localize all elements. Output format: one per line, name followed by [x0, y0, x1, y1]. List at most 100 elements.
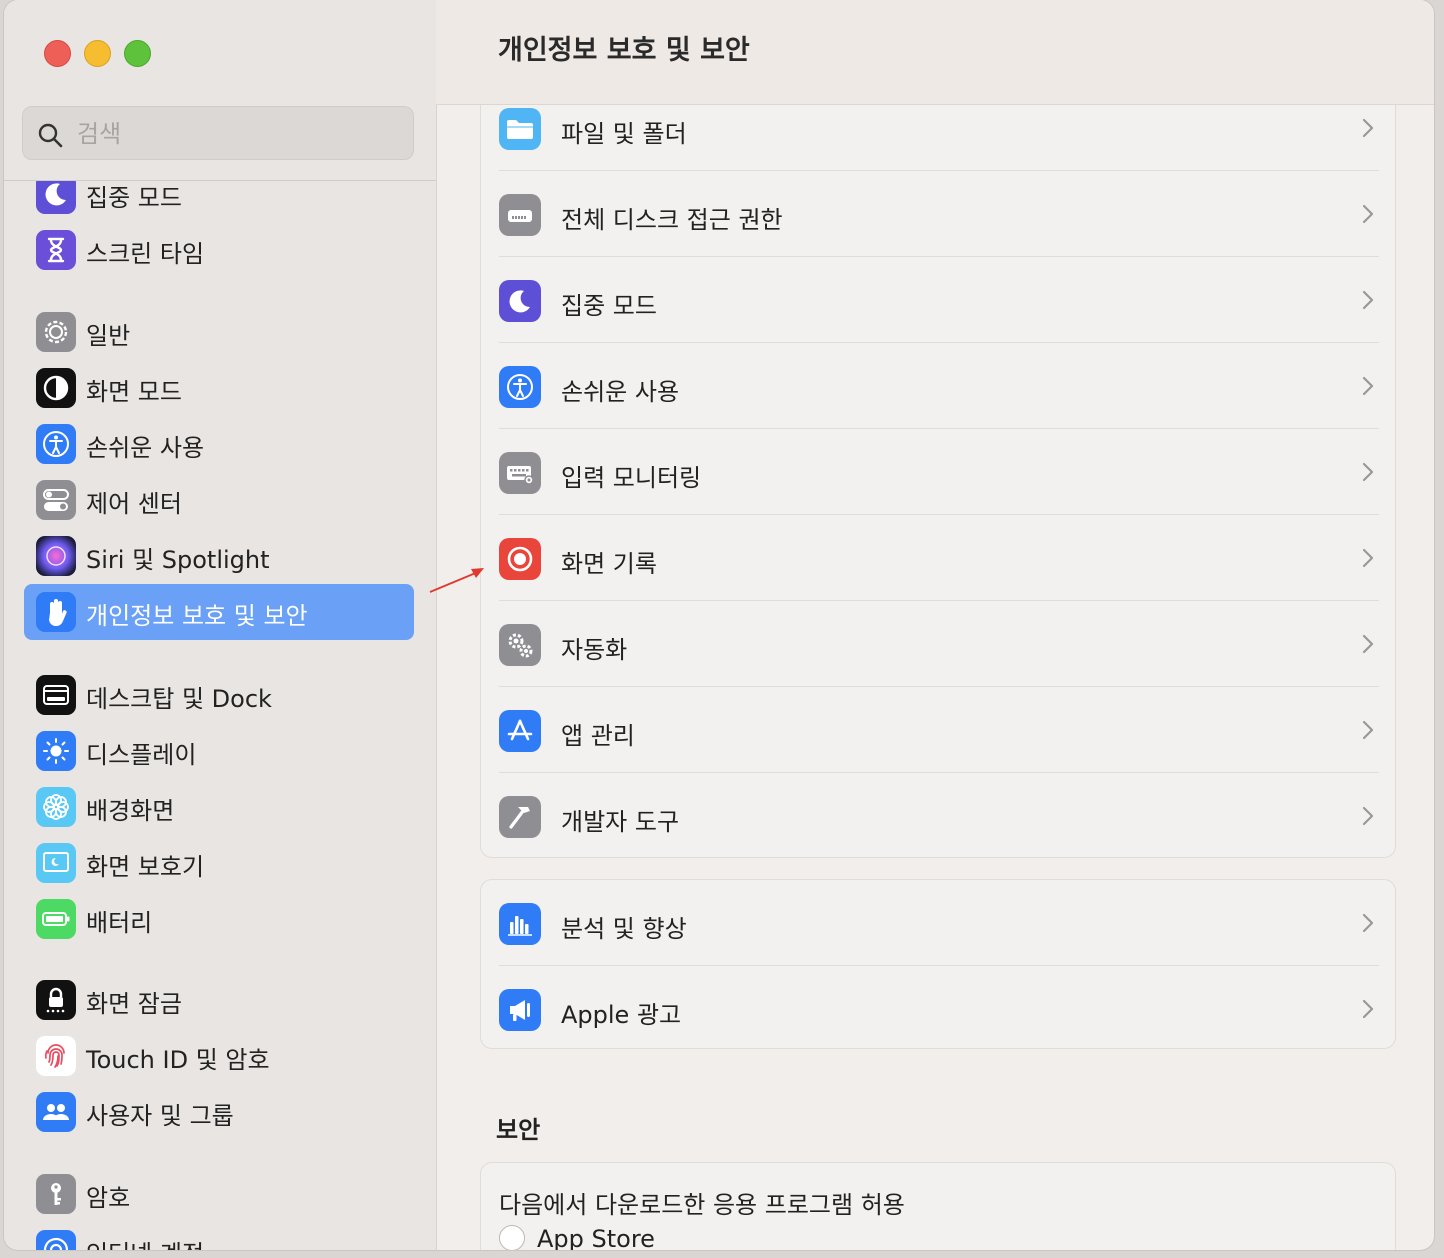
privacy-row-input-monitoring[interactable]: 입력 모니터링	[481, 429, 1395, 515]
accessibility-icon	[499, 366, 541, 408]
moon-icon	[36, 181, 76, 214]
search-icon	[38, 123, 63, 148]
sidebar-item-label: 배터리	[86, 909, 153, 937]
folder-icon	[499, 108, 541, 150]
row-label: 파일 및 폴더	[561, 120, 687, 148]
privacy-row-focus[interactable]: 집중 모드	[481, 257, 1395, 343]
privacy-row-screen-recording[interactable]: 화면 기록	[481, 515, 1395, 601]
sidebar-item-battery[interactable]: 배터리	[24, 891, 414, 947]
privacy-row-app-management[interactable]: 앱 관리	[481, 687, 1395, 773]
sidebar-item-lock-screen[interactable]: 화면 잠금	[24, 972, 414, 1028]
row-label: 앱 관리	[561, 722, 635, 750]
sidebar-item-label: 개인정보 보호 및 보안	[86, 602, 308, 630]
chevron-right-icon	[1362, 913, 1374, 933]
analytics-row-apple-ads[interactable]: Apple 광고	[481, 966, 1395, 1048]
sidebar-item-label: 암호	[86, 1184, 131, 1212]
chevron-right-icon	[1362, 462, 1374, 482]
row-label: 자동화	[561, 636, 628, 664]
chevron-right-icon	[1362, 204, 1374, 224]
sidebar-item-label: 화면 모드	[86, 378, 182, 406]
chevron-right-icon	[1362, 999, 1374, 1019]
sidebar-item-label: 일반	[86, 322, 131, 350]
battery-icon	[36, 899, 76, 939]
screensaver-icon	[36, 843, 76, 883]
analytics-card: 분석 및 향상 Apple 광고	[480, 879, 1396, 1049]
row-label: 화면 기록	[561, 550, 657, 578]
record-icon	[499, 538, 541, 580]
sidebar-item-accessibility[interactable]: 손쉬운 사용	[24, 416, 414, 472]
row-label: 개발자 도구	[561, 808, 680, 836]
settings-window: 집중 모드 스크린 타임 일반 화면 모드	[4, 0, 1434, 1250]
sun-icon	[36, 731, 76, 771]
sidebar-item-appearance[interactable]: 화면 모드	[24, 360, 414, 416]
sidebar-item-displays[interactable]: 디스플레이	[24, 723, 414, 779]
privacy-row-developer-tools[interactable]: 개발자 도구	[481, 773, 1395, 857]
users-icon	[36, 1092, 76, 1132]
sidebar-item-wallpaper[interactable]: 배경화면	[24, 779, 414, 835]
megaphone-icon	[499, 989, 541, 1031]
hourglass-icon	[36, 230, 76, 270]
hand-icon	[36, 592, 76, 632]
sidebar-item-control-center[interactable]: 제어 센터	[24, 472, 414, 528]
chevron-right-icon	[1362, 118, 1374, 138]
sidebar-item-focus[interactable]: 집중 모드	[24, 181, 414, 222]
accessibility-icon	[36, 424, 76, 464]
sidebar-item-privacy-security[interactable]: 개인정보 보호 및 보안	[24, 584, 414, 640]
close-window-button[interactable]	[44, 40, 71, 67]
sidebar-item-siri[interactable]: Siri 및 Spotlight	[24, 528, 414, 584]
hammer-icon	[499, 796, 541, 838]
keyboard-icon	[499, 452, 541, 494]
sidebar-item-label: 손쉬운 사용	[86, 434, 205, 462]
sidebar-item-label: Touch ID 및 암호	[86, 1046, 270, 1074]
sidebar-item-touch-id[interactable]: Touch ID 및 암호	[24, 1028, 414, 1084]
search-field[interactable]	[22, 106, 414, 160]
row-label: Apple 광고	[561, 1001, 682, 1029]
analytics-row-analytics[interactable]: 분석 및 향상	[481, 880, 1395, 966]
sidebar-item-desktop-dock[interactable]: 데스크탑 및 Dock	[24, 667, 414, 723]
security-section-title: 보안	[496, 1116, 541, 1144]
toggles-icon	[36, 480, 76, 520]
sidebar-item-label: 데스크탑 및 Dock	[86, 685, 272, 713]
privacy-row-accessibility[interactable]: 손쉬운 사용	[481, 343, 1395, 429]
row-label: 입력 모니터링	[561, 464, 702, 492]
chevron-right-icon	[1362, 806, 1374, 826]
chevron-right-icon	[1362, 548, 1374, 568]
at-sign-icon	[36, 1230, 76, 1250]
privacy-card: 파일 및 폴더 전체 디스크 접근 권한 집중 모드 손쉬운 사용 입력 모니터…	[480, 84, 1396, 858]
sidebar-item-label: 집중 모드	[86, 184, 182, 212]
sidebar-item-internet-accounts[interactable]: 인터넷 계정	[24, 1222, 414, 1250]
app-store-radio-label[interactable]: App Store	[537, 1225, 655, 1250]
allow-apps-label: 다음에서 다운로드한 응용 프로그램 허용	[499, 1191, 905, 1219]
sidebar-item-screen-saver[interactable]: 화면 보호기	[24, 835, 414, 891]
row-label: 전체 디스크 접근 권한	[561, 206, 783, 234]
fingerprint-icon	[36, 1036, 76, 1076]
app-store-radio[interactable]	[499, 1225, 525, 1250]
minimize-window-button[interactable]	[84, 40, 111, 67]
sidebar-item-general[interactable]: 일반	[24, 304, 414, 360]
sidebar: 집중 모드 스크린 타임 일반 화면 모드	[4, 0, 437, 1250]
sidebar-list[interactable]: 집중 모드 스크린 타임 일반 화면 모드 손쉬운 사용 제어 센터 Siri …	[4, 181, 436, 1250]
row-label: 분석 및 향상	[561, 915, 687, 943]
chevron-right-icon	[1362, 290, 1374, 310]
gear-icon	[36, 312, 76, 352]
sidebar-item-label: 스크린 타임	[86, 240, 205, 268]
sidebar-item-screen-time[interactable]: 스크린 타임	[24, 222, 414, 278]
app-store-icon	[499, 710, 541, 752]
zoom-window-button[interactable]	[124, 40, 151, 67]
sidebar-item-passwords[interactable]: 암호	[24, 1166, 414, 1222]
row-label: 집중 모드	[561, 292, 657, 320]
privacy-row-automation[interactable]: 자동화	[481, 601, 1395, 687]
sidebar-item-label: 제어 센터	[86, 490, 182, 518]
row-label: 손쉬운 사용	[561, 378, 680, 406]
key-icon	[36, 1174, 76, 1214]
chevron-right-icon	[1362, 720, 1374, 740]
main-content[interactable]: 개인정보 보호 및 보안 파일 및 폴더 전체 디스크 접근 권한 집중 모드 …	[436, 0, 1434, 1250]
chart-icon	[499, 903, 541, 945]
chevron-right-icon	[1362, 376, 1374, 396]
sidebar-item-label: 배경화면	[86, 797, 175, 825]
sidebar-item-label: 화면 보호기	[86, 853, 205, 881]
sidebar-item-label: 화면 잠금	[86, 990, 182, 1018]
search-input[interactable]	[75, 115, 399, 153]
sidebar-item-users-groups[interactable]: 사용자 및 그룹	[24, 1084, 414, 1140]
privacy-row-full-disk-access[interactable]: 전체 디스크 접근 권한	[481, 171, 1395, 257]
